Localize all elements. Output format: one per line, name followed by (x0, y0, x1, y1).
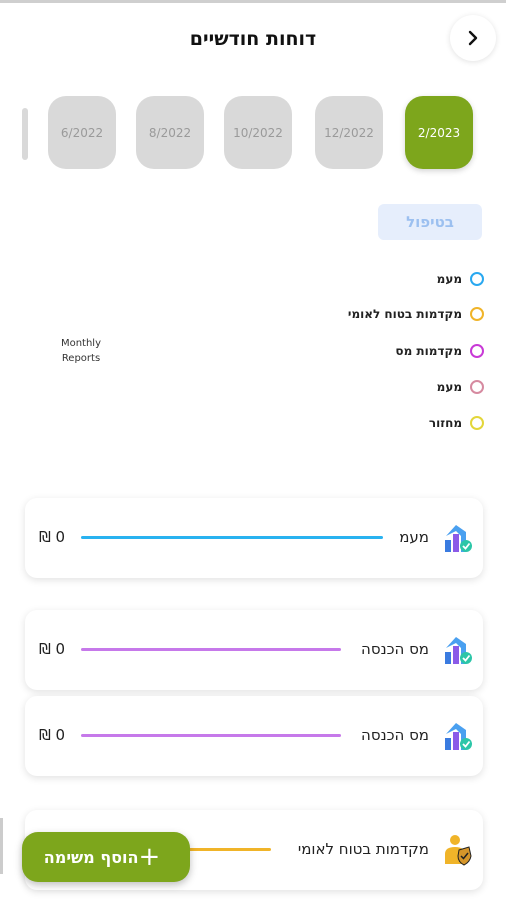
growth-chart-icon (445, 525, 472, 552)
legend-item: מעמ (437, 269, 484, 289)
legend-dot (470, 416, 484, 430)
progress-line (81, 536, 383, 539)
page-title: דוחות חודשיים (189, 28, 317, 50)
legend-label: מקדמות בטוח לאומי (347, 307, 462, 321)
legend-item: מקדמות בטוח לאומי (348, 304, 484, 324)
legend-dot (470, 307, 484, 321)
growth-chart-icon (445, 637, 472, 664)
card-amount: 0 ₪ (39, 640, 66, 658)
legend-label: מקדמות מס (395, 344, 462, 358)
legend-label: מעמ (436, 272, 462, 286)
legend-dot (470, 272, 484, 286)
card-label: מס הכנסה (361, 640, 429, 658)
legend-label: מעמ (436, 380, 462, 394)
card-amount: 0 ₪ (39, 726, 66, 744)
month-tab-6-2022[interactable]: 6/2022 (48, 96, 116, 169)
side-edge-tab (0, 818, 3, 874)
legend-dot (470, 344, 484, 358)
status-chip[interactable]: בטיפול (378, 204, 482, 240)
legend-label: מחזור (428, 416, 462, 430)
legend-item: מקדמות מס (395, 341, 484, 361)
chart-caption: Monthly Reports (60, 338, 102, 364)
card-label: מס הכנסה (361, 726, 429, 744)
add-task-label: הוסף משימה (43, 847, 139, 867)
report-card-income-tax[interactable]: מס הכנסה 0 ₪ (25, 610, 483, 690)
month-tab-8-2022[interactable]: 8/2022 (136, 96, 204, 169)
plus-icon: + (138, 842, 161, 872)
card-amount: 0 ₪ (39, 528, 66, 546)
report-card-vat[interactable]: מעמ 0 ₪ (25, 498, 483, 578)
card-label: מעמ (399, 528, 429, 546)
legend-dot (470, 380, 484, 394)
header: דוחות חודשיים (0, 3, 506, 75)
add-task-button[interactable]: + הוסף משימה (22, 832, 190, 882)
growth-chart-icon (445, 723, 472, 750)
legend-item: מחזור (429, 413, 484, 433)
month-selector: 2/2023 12/2022 10/2022 8/2022 6/2022 (0, 96, 506, 172)
person-shield-icon (445, 835, 472, 866)
legend-item: מעמ (437, 377, 484, 397)
card-label: מקדמות בטוח לאומי (297, 840, 429, 858)
report-card-income-tax[interactable]: מס הכנסה 0 ₪ (25, 696, 483, 776)
month-tab-12-2022[interactable]: 12/2022 (315, 96, 383, 169)
progress-line (81, 648, 341, 651)
month-tab-2-2023[interactable]: 2/2023 (405, 96, 473, 169)
month-tab-10-2022[interactable]: 10/2022 (224, 96, 292, 169)
progress-line (81, 734, 341, 737)
